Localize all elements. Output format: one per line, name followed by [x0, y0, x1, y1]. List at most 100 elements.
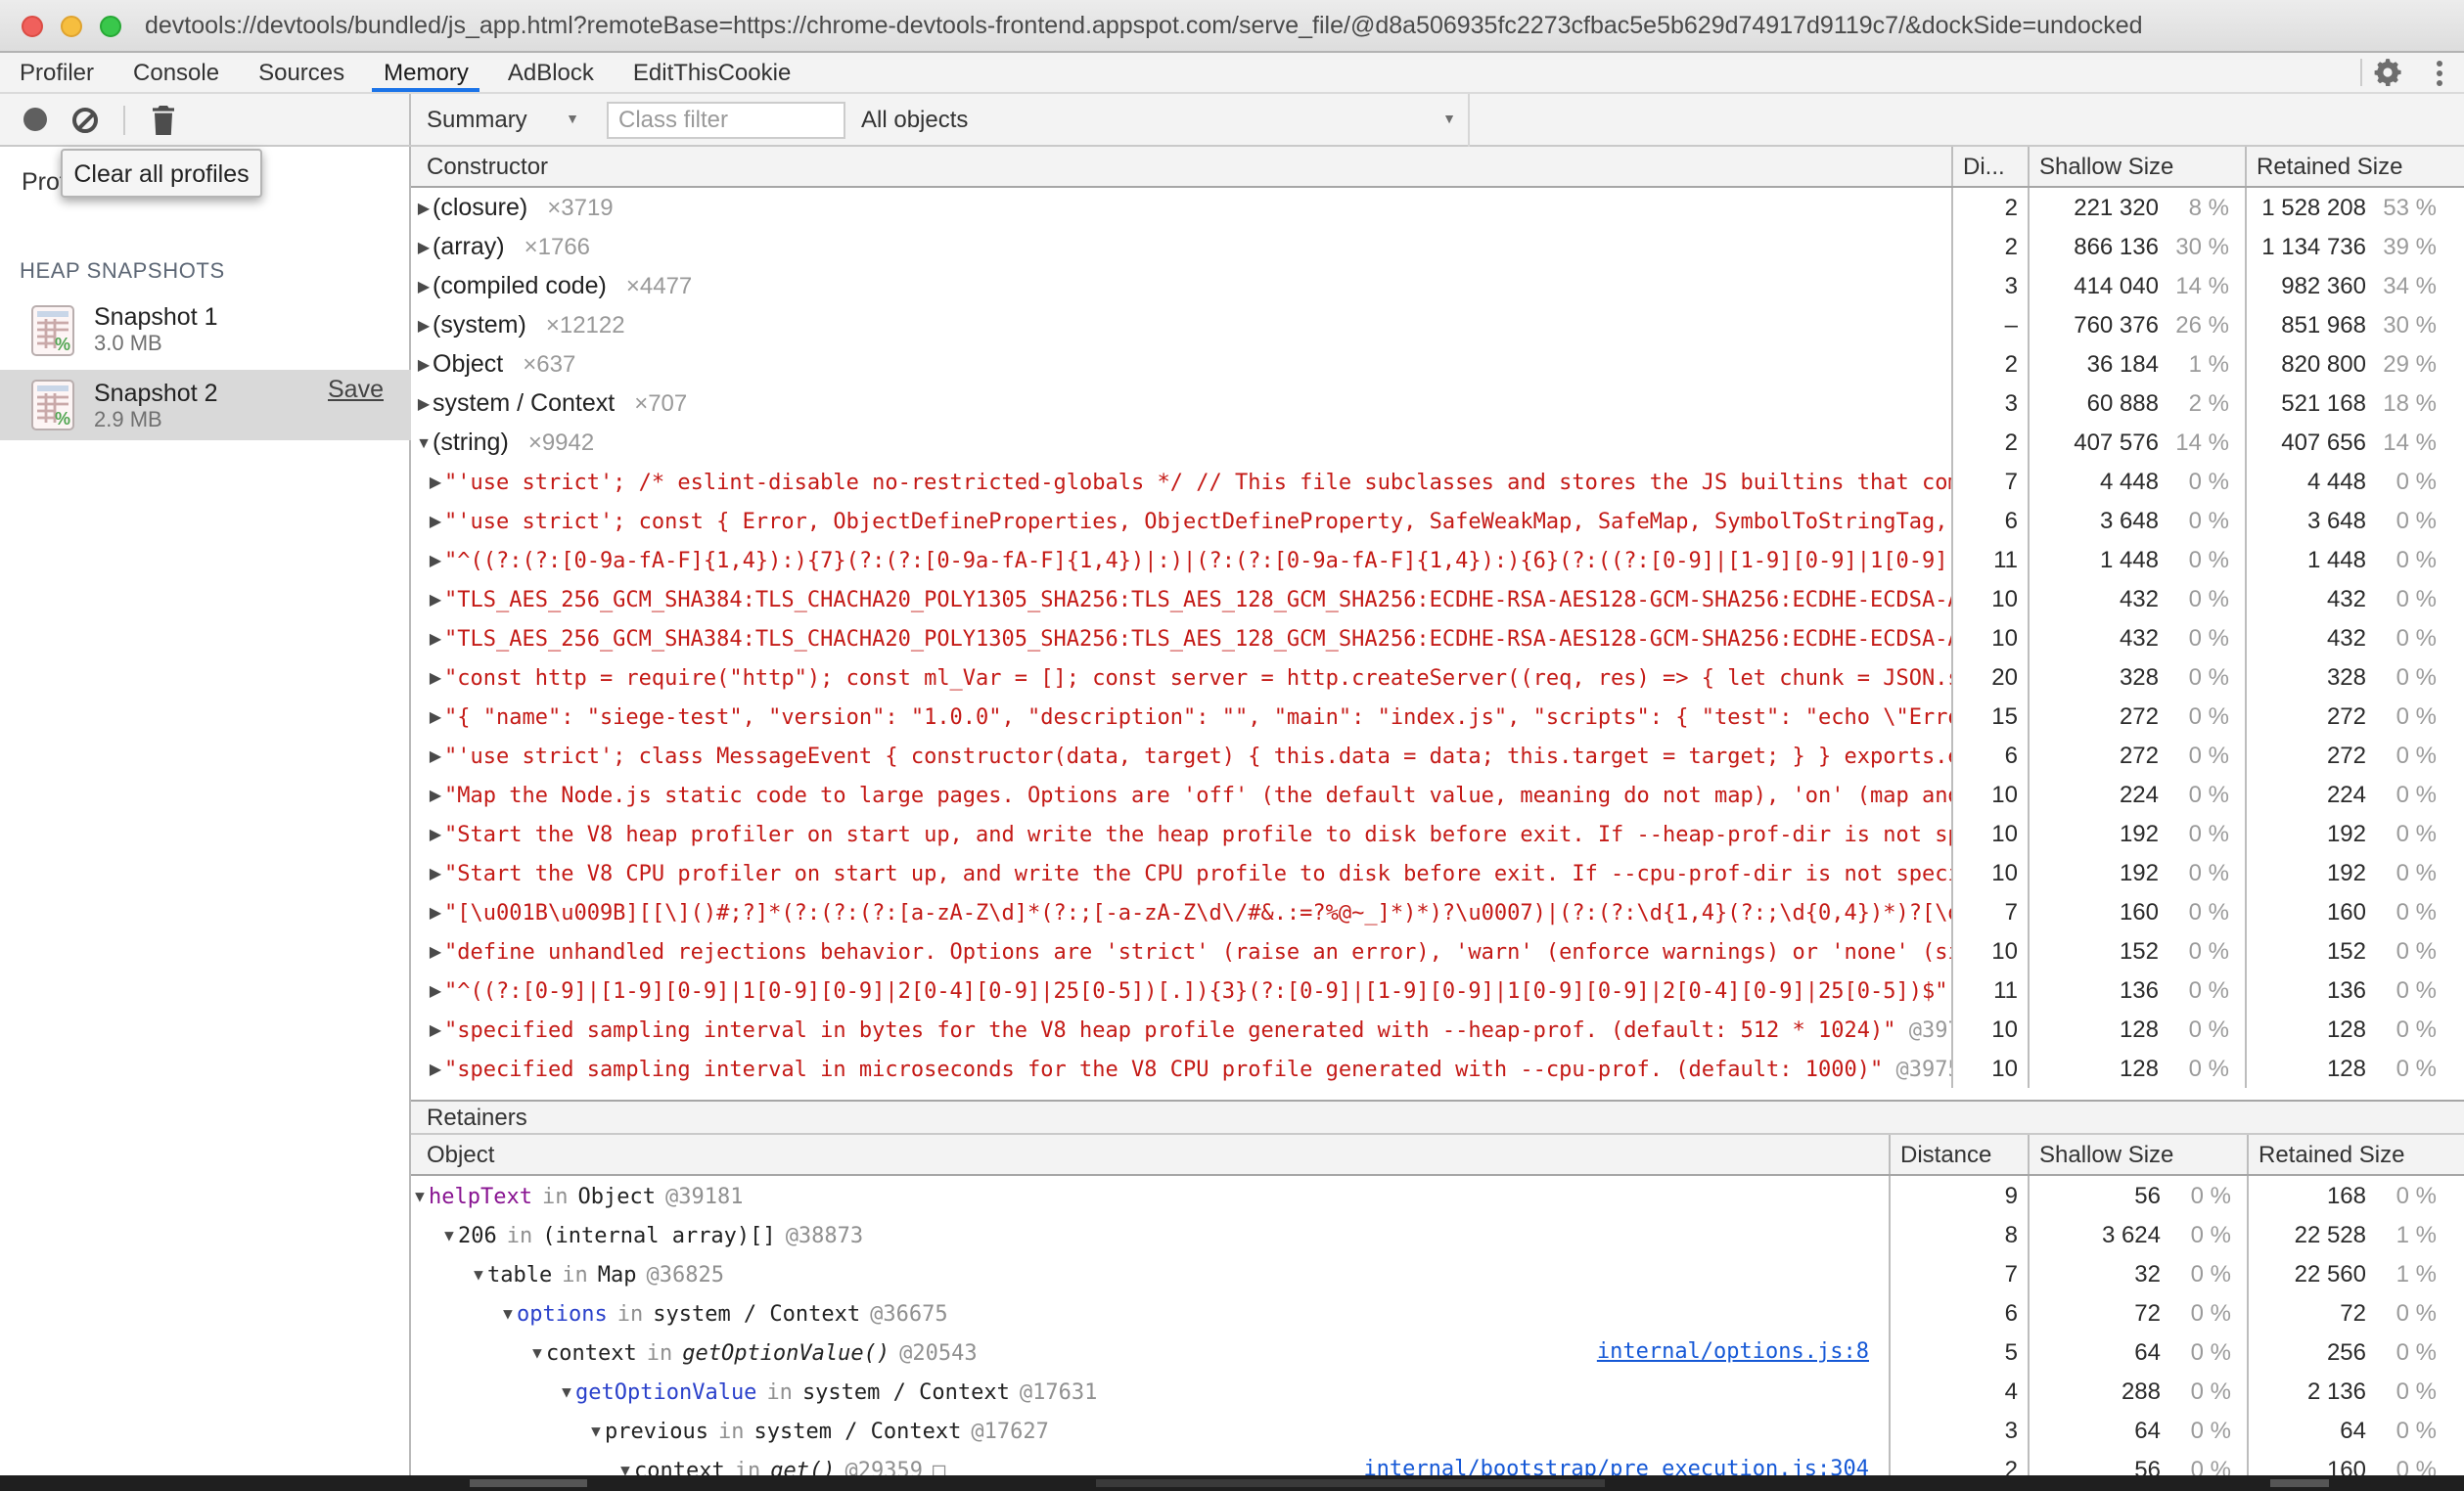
disclosure-triangle-icon[interactable]: ▶	[427, 864, 444, 881]
disclosure-triangle-icon[interactable]: ▼	[411, 1187, 429, 1204]
disclosure-triangle-icon[interactable]: ▶	[427, 473, 444, 490]
record-heap-icon[interactable]	[23, 108, 47, 131]
minimize-window-button[interactable]	[61, 15, 82, 36]
disclosure-triangle-icon[interactable]: ▶	[427, 668, 444, 686]
constructor-row[interactable]: ▶Object×637236 1841 %820 80029 %	[411, 344, 2464, 384]
tab-console[interactable]: Console	[114, 53, 239, 92]
string-instance-row[interactable]: ▶"'use strict'; class MessageEvent { con…	[411, 736, 2464, 775]
zoom-window-button[interactable]	[100, 15, 121, 36]
column-header-object[interactable]: Object	[411, 1141, 1889, 1168]
disclosure-triangle-icon[interactable]: ▶	[427, 629, 444, 647]
disclosure-triangle-icon[interactable]: ▼	[415, 433, 433, 451]
string-instance-row[interactable]: ▶"Start the V8 heap profiler on start up…	[411, 814, 2464, 853]
disclosure-triangle-icon[interactable]: ▶	[427, 1020, 444, 1038]
disclosure-triangle-icon[interactable]: ▼	[587, 1422, 605, 1439]
constructor-row[interactable]: ▶(closure)×37192221 3208 %1 528 20853 %	[411, 188, 2464, 227]
constructor-row[interactable]: ▶(array)×17662866 13630 %1 134 73639 %	[411, 227, 2464, 266]
string-instance-row[interactable]: ▶"define unhandled rejections behavior. …	[411, 931, 2464, 971]
disclosure-triangle-icon[interactable]: ▶	[427, 825, 444, 842]
string-instance-row[interactable]: ▶"'use strict'; /* eslint-disable no-res…	[411, 462, 2464, 501]
retainer-row[interactable]: ▼contextingetOptionValue()@20543internal…	[411, 1333, 2464, 1372]
column-header-retained-size[interactable]: Retained Size	[2245, 147, 2464, 186]
constructor-row[interactable]: ▶system / Context×707360 8882 %521 16818…	[411, 384, 2464, 423]
clear-profiles-icon[interactable]	[72, 107, 98, 132]
disclosure-triangle-icon[interactable]: ▶	[415, 355, 433, 373]
disclosure-triangle-icon[interactable]: ▶	[427, 981, 444, 999]
column-header-retained-size[interactable]: Retained Size	[2247, 1135, 2464, 1174]
perspective-select[interactable]: Summary ▼	[427, 106, 579, 133]
shallow-value: 60 888	[2030, 389, 2159, 417]
column-header-shallow-size[interactable]: Shallow Size	[2028, 1135, 2247, 1174]
tab-editthiscookie[interactable]: EditThisCookie	[614, 53, 810, 92]
string-instance-row[interactable]: ▶"TLS_AES_256_GCM_SHA384:TLS_CHACHA20_PO…	[411, 579, 2464, 618]
column-header-distance[interactable]: Distance	[1889, 1135, 2028, 1174]
column-header-distance[interactable]: Di...	[1951, 147, 2028, 186]
disclosure-triangle-icon[interactable]: ▶	[415, 199, 433, 216]
shallow-value: 152	[2030, 937, 2159, 965]
disclosure-triangle-icon[interactable]: ▼	[470, 1265, 487, 1283]
disclosure-triangle-icon[interactable]: ▶	[415, 277, 433, 294]
sidebar-item-snapshot-2[interactable]: % Snapshot 2 2.9 MB Save	[0, 370, 411, 440]
disclosure-triangle-icon[interactable]: ▶	[427, 512, 444, 529]
column-header-constructor[interactable]: Constructor	[411, 153, 1951, 180]
string-value: "'use strict'; const { Error, ObjectDefi…	[444, 508, 1947, 533]
tab-memory[interactable]: Memory	[364, 53, 488, 92]
disclosure-triangle-icon[interactable]: ▶	[427, 707, 444, 725]
disclosure-triangle-icon[interactable]: ▼	[558, 1382, 575, 1400]
retained-value: 982 360	[2247, 272, 2366, 299]
tab-sources[interactable]: Sources	[239, 53, 364, 92]
disclosure-triangle-icon[interactable]: ▶	[427, 746, 444, 764]
tab-profiler[interactable]: Profiler	[0, 53, 114, 92]
column-header-shallow-size[interactable]: Shallow Size	[2028, 147, 2245, 186]
retainer-row[interactable]: ▼optionsinsystem / Context@366756720 %72…	[411, 1293, 2464, 1333]
kebab-menu-icon[interactable]	[2413, 53, 2464, 92]
tab-adblock[interactable]: AdBlock	[488, 53, 614, 92]
save-snapshot-link[interactable]: Save	[328, 376, 384, 403]
class-filter-input[interactable]	[607, 101, 845, 138]
shallow-percent: 0 %	[2159, 937, 2229, 965]
cell-retained-size: 720 %	[2247, 1293, 2464, 1333]
retainer-name: options	[517, 1300, 608, 1326]
string-instance-row[interactable]: ▶"{ "name": "siege-test", "version": "1.…	[411, 697, 2464, 736]
disclosure-triangle-icon[interactable]: ▼	[528, 1343, 546, 1361]
string-instance-row[interactable]: ▶"specified sampling interval in bytes f…	[411, 1010, 2464, 1049]
string-instance-row[interactable]: ▶"specified sampling interval in microse…	[411, 1049, 2464, 1088]
trash-icon[interactable]	[151, 105, 176, 134]
retained-value: 3 648	[2247, 507, 2366, 534]
disclosure-triangle-icon[interactable]: ▶	[427, 903, 444, 921]
constructor-row[interactable]: ▶(system)×12122–760 37626 %851 96830 %	[411, 305, 2464, 344]
retainer-row[interactable]: ▼helpTextinObject@391819560 %1680 %	[411, 1176, 2464, 1215]
string-instance-row[interactable]: ▶"const http = require("http"); const ml…	[411, 657, 2464, 697]
gear-icon[interactable]	[2362, 53, 2413, 92]
close-window-button[interactable]	[22, 15, 43, 36]
string-instance-row[interactable]: ▶"^((?:(?:[0-9a-fA-F]{1,4}):){7}(?:(?:[0…	[411, 540, 2464, 579]
retainer-row[interactable]: ▼getOptionValueinsystem / Context@176314…	[411, 1372, 2464, 1411]
disclosure-triangle-icon[interactable]: ▶	[427, 590, 444, 608]
disclosure-triangle-icon[interactable]: ▶	[415, 238, 433, 255]
source-location-link[interactable]: internal/options.js:8	[1585, 1338, 1869, 1364]
disclosure-triangle-icon[interactable]: ▶	[415, 316, 433, 334]
string-instance-row[interactable]: ▶"^((?:[0-9]|[1-9][0-9]|1[0-9][0-9]|2[0-…	[411, 971, 2464, 1010]
disclosure-triangle-icon[interactable]: ▶	[415, 394, 433, 412]
retained-value: 432	[2247, 585, 2366, 612]
constructor-row[interactable]: ▶(compiled code)×44773414 04014 %982 360…	[411, 266, 2464, 305]
disclosure-triangle-icon[interactable]: ▼	[499, 1304, 517, 1322]
sidebar-item-snapshot-1[interactable]: % Snapshot 1 3.0 MB	[0, 295, 411, 364]
disclosure-triangle-icon[interactable]: ▶	[427, 942, 444, 960]
disclosure-triangle-icon[interactable]: ▶	[427, 1060, 444, 1077]
base-select[interactable]: All objects ▼	[861, 106, 1468, 133]
disclosure-triangle-icon[interactable]: ▶	[427, 551, 444, 568]
string-instance-row[interactable]: ▶"TLS_AES_256_GCM_SHA384:TLS_CHACHA20_PO…	[411, 618, 2464, 657]
constructor-row[interactable]: ▼(string)×99422407 57614 %407 65614 %	[411, 423, 2464, 462]
string-instance-row[interactable]: ▶"'use strict'; const { Error, ObjectDef…	[411, 501, 2464, 540]
string-instance-row[interactable]: ▶"Map the Node.js static code to large p…	[411, 775, 2464, 814]
disclosure-triangle-icon[interactable]: ▼	[440, 1226, 458, 1243]
retainer-row[interactable]: ▼206in(internal array)[]@3887383 6240 %2…	[411, 1215, 2464, 1254]
shallow-percent: 2 %	[2159, 389, 2229, 417]
retainer-row[interactable]: ▼tableinMap@368257320 %22 5601 %	[411, 1254, 2464, 1293]
retainer-row[interactable]: ▼previousinsystem / Context@176273640 %6…	[411, 1411, 2464, 1450]
string-instance-row[interactable]: ▶"[\u001B\u009B][[\]()#;?]*(?:(?:(?:[a-z…	[411, 892, 2464, 931]
shallow-percent: 0 %	[2159, 546, 2229, 573]
string-instance-row[interactable]: ▶"Start the V8 CPU profiler on start up,…	[411, 853, 2464, 892]
disclosure-triangle-icon[interactable]: ▶	[427, 786, 444, 803]
